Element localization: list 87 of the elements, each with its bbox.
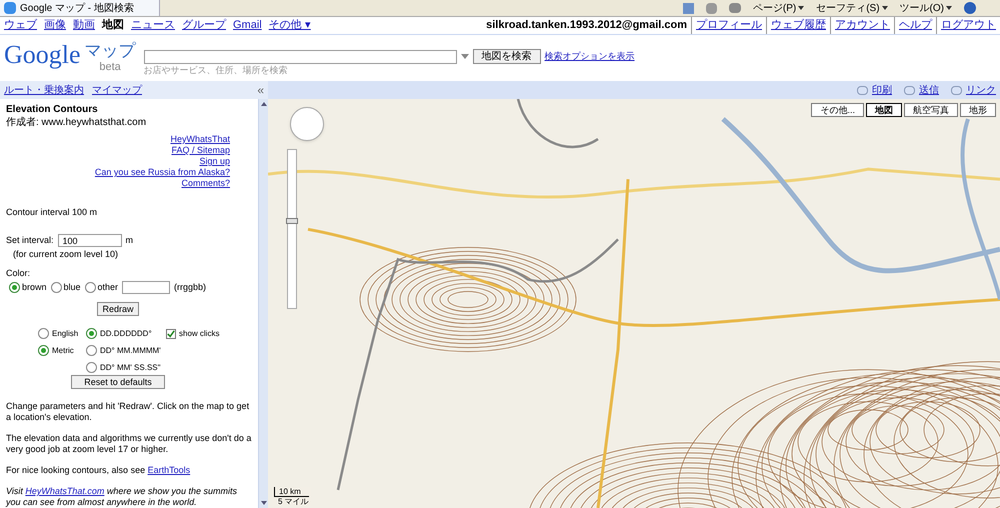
search-field[interactable]: [144, 50, 457, 64]
map-type-button[interactable]: 地図: [866, 103, 902, 117]
radio-button[interactable]: [38, 345, 49, 356]
radio-button[interactable]: [84, 282, 96, 293]
interval-unit: m: [126, 235, 134, 246]
radio-label: other: [98, 282, 118, 293]
zoom-slider[interactable]: [287, 149, 297, 309]
account-link[interactable]: ログアウト: [936, 17, 996, 34]
nav-link[interactable]: Gmail: [233, 17, 262, 34]
panel-link[interactable]: ルート・乗換案内: [4, 82, 84, 98]
scroll-down-icon[interactable]: [260, 501, 266, 505]
search-options-link[interactable]: 検索オプションを表示: [544, 50, 635, 64]
visit-link[interactable]: HeyWhatsThat.com: [25, 486, 104, 496]
gadget-link[interactable]: Comments?: [181, 178, 230, 189]
radio-label: DD° MM.MMMM': [100, 345, 161, 356]
color-hint: (rrggbb): [174, 282, 206, 293]
gadget-link[interactable]: FAQ / Sitemap: [171, 145, 230, 156]
radio-label: blue: [64, 282, 81, 293]
product-name: マップ: [84, 41, 136, 61]
panel-link[interactable]: マイマップ: [92, 82, 142, 98]
caret-icon[interactable]: [798, 6, 804, 10]
scale-miles: 5 マイル: [277, 497, 309, 506]
nav-link[interactable]: 地図: [102, 17, 124, 34]
toolbar-menu[interactable]: セーフティ(S): [816, 0, 880, 16]
radio-label: English: [52, 328, 78, 339]
account-link[interactable]: ウェブ履歴: [766, 17, 826, 34]
reset-button[interactable]: Reset to defaults: [71, 375, 165, 389]
map-action-link[interactable]: 印刷: [872, 82, 892, 98]
gadget-title: Elevation Contours: [6, 104, 99, 115]
map-drawing[interactable]: [268, 99, 1000, 508]
radio-button[interactable]: [9, 282, 20, 293]
gadget-author: 作成者: www.heywhatsthat.com: [6, 117, 148, 128]
checkbox[interactable]: [166, 328, 176, 338]
toolbar-menu[interactable]: ページ(P): [752, 0, 796, 16]
gadget-link[interactable]: Sign up: [199, 156, 230, 167]
nav-link[interactable]: 画像: [44, 17, 66, 34]
redraw-button[interactable]: Redraw: [97, 302, 138, 316]
caret-icon[interactable]: [946, 6, 952, 10]
scrollbar[interactable]: [258, 99, 268, 508]
account-link[interactable]: プロフィール: [691, 17, 762, 34]
radio-label: DD.DDDDDD°: [100, 328, 152, 339]
checkbox-label: show clicks: [179, 328, 220, 339]
radio-label: brown: [22, 282, 47, 293]
visit-text: Visit HeyWhatsThat.com where we show you the summits you can see from almost anywhere in the world.: [6, 486, 238, 508]
nav-link[interactable]: 動画: [73, 17, 95, 34]
color-label: Color:: [6, 268, 32, 279]
contour-interval-text: Contour interval 100 m: [6, 207, 98, 218]
interval-field[interactable]: 100: [58, 234, 122, 247]
google-logo: Google: [4, 41, 81, 69]
nav-link[interactable]: ニュース: [131, 17, 175, 34]
accuracy-note: The elevation data and algorithms we currently use don't do a very good job at zoom level 17 or higher.: [6, 433, 252, 455]
earthtools-text: For nice looking contours, also see EarthTools: [6, 465, 192, 476]
map-type-button[interactable]: 地形: [960, 103, 996, 117]
scroll-up-icon[interactable]: [260, 102, 266, 106]
search-button[interactable]: 地図を検索: [472, 49, 541, 64]
earthtools-link[interactable]: EarthTools: [148, 465, 190, 475]
scale-km: 10 km: [274, 487, 309, 497]
beta-label: beta: [99, 61, 121, 73]
toolbar-menu[interactable]: ツール(O): [900, 0, 944, 16]
nav-link[interactable]: ウェブ: [4, 17, 37, 34]
zoom-thumb[interactable]: [286, 218, 298, 224]
radio-label: Metric: [52, 345, 74, 356]
interval-label: Set interval:: [6, 235, 54, 246]
caret-icon[interactable]: [882, 6, 888, 10]
gadget-link[interactable]: Can you see Russia from Alaska?: [94, 167, 230, 178]
radio-label: DD° MM' SS.SS": [100, 362, 160, 373]
color-field[interactable]: [122, 281, 170, 294]
nav-link[interactable]: その他 ▾: [268, 17, 311, 34]
gadget-link[interactable]: HeyWhatsThat: [170, 134, 230, 145]
dropdown-caret-icon[interactable]: [460, 54, 469, 59]
account-link[interactable]: アカウント: [830, 17, 890, 34]
map-type-button[interactable]: その他...: [811, 103, 864, 117]
search-hint: お店やサービス、住所、場所を検索: [144, 64, 289, 77]
radio-button[interactable]: [86, 362, 97, 373]
radio-button[interactable]: [50, 282, 62, 293]
account-email: silkroad.tanken.1993.2012@gmail.com: [486, 18, 687, 34]
map-type-button[interactable]: 航空写真: [904, 103, 958, 117]
radio-button[interactable]: [86, 345, 97, 356]
radio-button[interactable]: [86, 328, 97, 339]
zoom-note: (for current zoom level 10): [12, 249, 120, 260]
radio-button[interactable]: [38, 328, 49, 339]
instructions-text: Change parameters and hit 'Redraw'. Click on the map to get a location's elevation.: [6, 401, 250, 423]
collapse-button[interactable]: «: [257, 84, 264, 96]
map-action-link[interactable]: 送信: [919, 82, 939, 98]
map-action-link[interactable]: リンク: [966, 82, 996, 98]
account-link[interactable]: ヘルプ: [894, 17, 932, 34]
nav-link[interactable]: グループ: [182, 17, 226, 34]
